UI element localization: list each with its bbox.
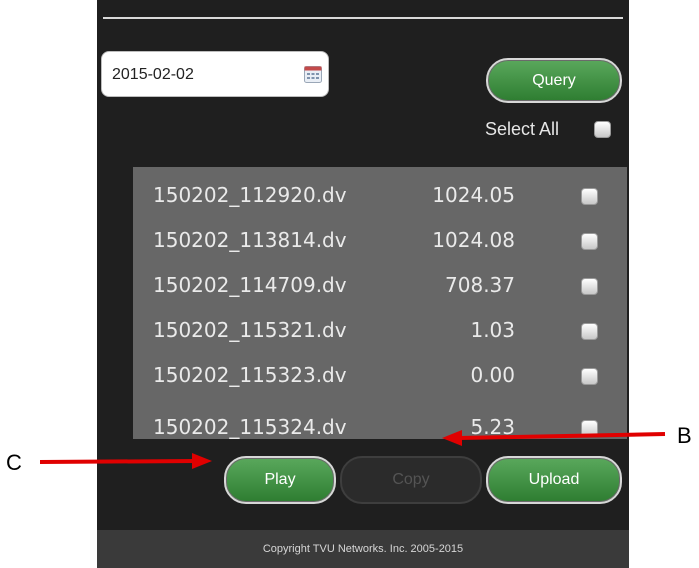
arrow-b — [442, 430, 666, 446]
arrow-c — [39, 453, 212, 469]
callout-label-c: C — [6, 450, 22, 475]
callout-label-b: B — [677, 423, 692, 448]
annotation-arrows — [39, 430, 666, 469]
